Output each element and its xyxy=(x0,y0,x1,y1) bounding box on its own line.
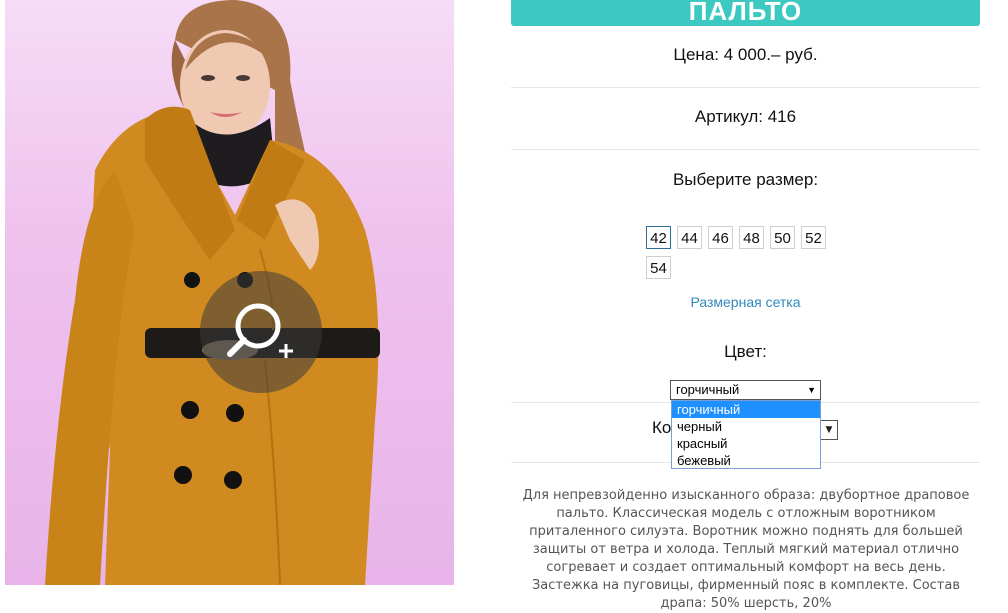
product-title: ПАЛЬТО xyxy=(511,0,980,26)
size-option-52[interactable]: 52 xyxy=(801,226,826,249)
zoom-button[interactable] xyxy=(200,271,322,393)
dropdown-arrow-icon: ▼ xyxy=(807,385,816,395)
size-option-44[interactable]: 44 xyxy=(677,226,702,249)
color-label: Цвет: xyxy=(724,342,767,361)
choose-size-label: Выберите размер: xyxy=(672,170,819,189)
color-option[interactable]: черный xyxy=(672,418,820,435)
product-photo[interactable] xyxy=(5,0,454,585)
size-option-54[interactable]: 54 xyxy=(646,256,671,279)
color-dropdown-list: горчичный черный красный бежевый xyxy=(671,400,821,469)
size-option-50[interactable]: 50 xyxy=(770,226,795,249)
color-option[interactable]: красный xyxy=(672,435,820,452)
color-option[interactable]: горчичный xyxy=(672,401,820,418)
size-option-48[interactable]: 48 xyxy=(739,226,764,249)
article-number: Артикул: 416 xyxy=(694,107,797,126)
quantity-label: Ко xyxy=(652,418,672,437)
divider xyxy=(511,87,980,88)
color-select[interactable]: горчичный ▼ xyxy=(670,380,821,400)
size-option-42[interactable]: 42 xyxy=(646,226,671,249)
color-option[interactable]: бежевый xyxy=(672,452,820,469)
product-description: Для непревзойденно изысканного образа: д… xyxy=(522,488,970,611)
size-chart-link[interactable]: Размерная сетка xyxy=(511,294,1008,310)
size-option-46[interactable]: 46 xyxy=(708,226,733,249)
quantity-select-arrow[interactable]: ▼ xyxy=(821,420,838,440)
price: Цена: 4 000.– руб. xyxy=(673,45,818,64)
magnifier-plus-icon xyxy=(227,303,293,358)
divider xyxy=(511,149,980,150)
